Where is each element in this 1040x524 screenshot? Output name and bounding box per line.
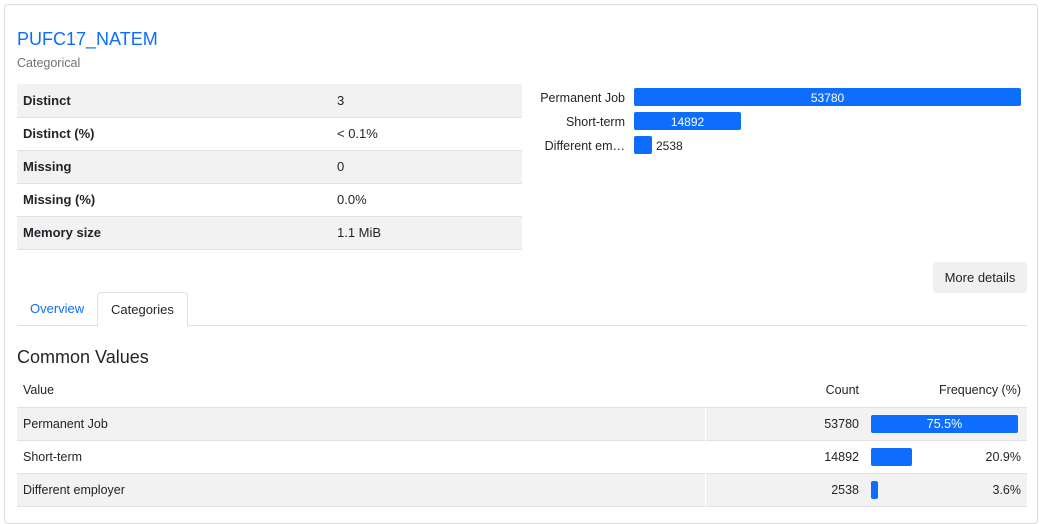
tab-overview[interactable]: Overview [17, 292, 97, 326]
mini-chart-value: 53780 [810, 91, 845, 105]
category-mini-chart: Permanent Job 53780 Short-term 14892 Dif… [525, 87, 1025, 159]
table-row: Distinct (%) < 0.1% [17, 117, 522, 150]
mini-chart-value: 2538 [656, 139, 683, 153]
stat-label: Memory size [23, 225, 102, 240]
mini-chart-row: Permanent Job 53780 [525, 87, 1025, 111]
stat-value: 1.1 MiB [337, 225, 382, 240]
mini-chart-bar [634, 136, 652, 154]
frequency-text: 20.9% [985, 449, 1021, 464]
frequency-cell: 75.5% [865, 407, 1027, 440]
value-cell: Permanent Job [17, 407, 706, 440]
mini-chart-row: Different em… 2538 [525, 135, 1025, 159]
mini-chart-label: Permanent Job [540, 91, 625, 105]
mini-chart-row: Short-term 14892 [525, 111, 1025, 135]
mini-chart-label: Different em… [544, 139, 625, 153]
section-title: Common Values [17, 347, 149, 367]
table-row: Missing 0 [17, 150, 522, 183]
table-header-row: Value Count Frequency (%) [17, 374, 1027, 408]
stat-label: Missing (%) [23, 192, 96, 207]
variable-type: Categorical [17, 56, 81, 70]
table-row: Distinct 3 [17, 84, 522, 117]
mini-chart-value: 14892 [670, 115, 705, 129]
stat-value: 0.0% [337, 192, 367, 207]
column-header-frequency: Frequency (%) [865, 374, 1027, 408]
value-cell: Different employer [17, 473, 706, 506]
tab-categories[interactable]: Categories [97, 292, 188, 327]
stat-label: Distinct (%) [23, 126, 95, 141]
mini-chart-label: Short-term [565, 115, 625, 129]
column-header-value: Value [17, 374, 706, 408]
count-cell: 14892 [824, 449, 859, 464]
frequency-cell: 3.6% [865, 473, 1027, 506]
more-details-button[interactable]: More details [933, 262, 1027, 293]
frequency-cell: 20.9% [865, 440, 1027, 473]
frequency-bar [871, 480, 878, 499]
stats-table: Distinct 3 Distinct (%) < 0.1% Missing 0… [17, 84, 522, 250]
table-row: Different employer 2538 3.6% [17, 473, 1027, 506]
table-row: Permanent Job 53780 75.5% [17, 407, 1027, 440]
stat-value: 3 [337, 92, 345, 108]
frequency-bar [871, 447, 912, 466]
count-cell: 53780 [824, 416, 859, 431]
table-row: Missing (%) 0.0% [17, 183, 522, 216]
stat-label: Distinct [23, 92, 71, 108]
value-cell: Short-term [17, 440, 706, 473]
column-header-count: Count [705, 374, 865, 408]
frequency-text: 3.6% [992, 482, 1022, 497]
frequency-text: 75.5% [926, 416, 963, 431]
tab-bar: Overview Categories [17, 292, 1027, 327]
variable-card: PUFC17_NATEM Categorical Distinct 3 Dist… [4, 4, 1038, 524]
stat-value: < 0.1% [337, 126, 378, 141]
variable-name[interactable]: PUFC17_NATEM [17, 29, 158, 50]
count-cell: 2538 [831, 482, 859, 497]
stat-value: 0 [337, 159, 345, 174]
table-row: Short-term 14892 20.9% [17, 440, 1027, 473]
table-row: Memory size 1.1 MiB [17, 216, 522, 249]
stat-label: Missing [23, 159, 72, 174]
common-values-table: Value Count Frequency (%) Permanent Job … [17, 374, 1027, 507]
